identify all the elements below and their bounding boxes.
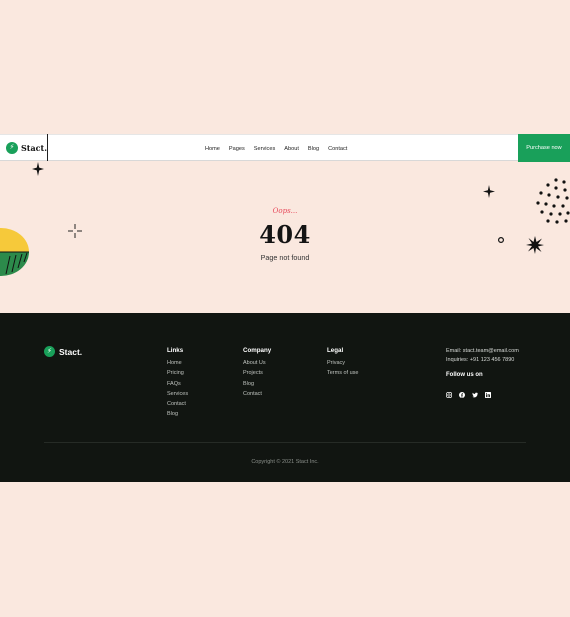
footer-link-pricing[interactable]: Pricing xyxy=(167,370,188,376)
brand-logo[interactable]: ⚡ Stact. xyxy=(0,134,48,161)
footer-company-column: Company About Us Projects Blog Contact xyxy=(243,347,271,401)
footer-legal-column: Legal Privacy Terms of use xyxy=(327,347,358,381)
company-heading: Company xyxy=(243,347,272,354)
nav-pages[interactable]: Pages xyxy=(229,146,245,152)
bolt-icon: ⚡ xyxy=(44,346,55,357)
top-navbar: ⚡ Stact. Home Pages Services About Blog … xyxy=(0,134,570,162)
footer-link-services[interactable]: Services xyxy=(167,391,188,397)
footer-brand-logo[interactable]: ⚡ Stact. xyxy=(44,346,82,357)
oops-kicker: Oops... xyxy=(272,207,298,215)
error-code: 404 xyxy=(259,220,311,249)
links-heading: Links xyxy=(167,347,184,354)
brand-name: Stact. xyxy=(20,142,47,153)
sparkle-icon xyxy=(32,162,44,176)
contact-phone[interactable]: Inquiries: +91 123 456 7890 xyxy=(446,356,519,365)
main-nav: Home Pages Services About Blog Contact xyxy=(205,135,356,162)
copyright-text: Copyright © 2021 Stact Inc. xyxy=(251,459,319,465)
footer-link-faqs[interactable]: FAQs xyxy=(167,381,188,387)
nav-about[interactable]: About xyxy=(284,146,299,152)
site-footer: ⚡ Stact. Links Home Pricing FAQs Service… xyxy=(0,313,570,482)
social-links xyxy=(446,385,491,398)
footer-link-about-us[interactable]: About Us xyxy=(243,360,271,366)
nav-contact[interactable]: Contact xyxy=(328,146,347,152)
footer-link-contact[interactable]: Contact xyxy=(167,401,188,407)
nav-blog[interactable]: Blog xyxy=(308,146,319,152)
nav-home[interactable]: Home xyxy=(205,146,220,152)
follow-us-heading: Follow us on xyxy=(446,372,483,378)
footer-link-home[interactable]: Home xyxy=(167,360,188,366)
footer-link-contact-company[interactable]: Contact xyxy=(243,391,271,397)
footer-divider xyxy=(44,442,526,443)
instagram-icon[interactable] xyxy=(446,385,452,398)
footer-brand-name: Stact. xyxy=(59,346,83,357)
footer-link-projects[interactable]: Projects xyxy=(243,370,271,376)
footer-link-privacy[interactable]: Privacy xyxy=(327,360,358,366)
footer-link-blog[interactable]: Blog xyxy=(167,411,188,417)
footer-link-terms[interactable]: Terms of use xyxy=(327,370,358,376)
purchase-now-button[interactable]: Purchase now xyxy=(518,134,570,162)
footer-link-blog-company[interactable]: Blog xyxy=(243,381,271,387)
contact-email[interactable]: Email: stact.team@email.com xyxy=(446,347,519,356)
facebook-icon[interactable] xyxy=(459,385,465,398)
error-message: Page not found xyxy=(260,253,310,262)
twitter-icon[interactable] xyxy=(472,385,478,398)
footer-links-column: Links Home Pricing FAQs Services Contact… xyxy=(167,347,188,422)
sparkle-icon-right xyxy=(483,185,495,198)
legal-heading: Legal xyxy=(327,347,344,354)
contact-info: Email: stact.team@email.com Inquiries: +… xyxy=(446,347,519,365)
linkedin-icon[interactable] xyxy=(485,385,491,398)
bolt-icon: ⚡ xyxy=(6,141,18,154)
nav-services[interactable]: Services xyxy=(254,146,275,152)
